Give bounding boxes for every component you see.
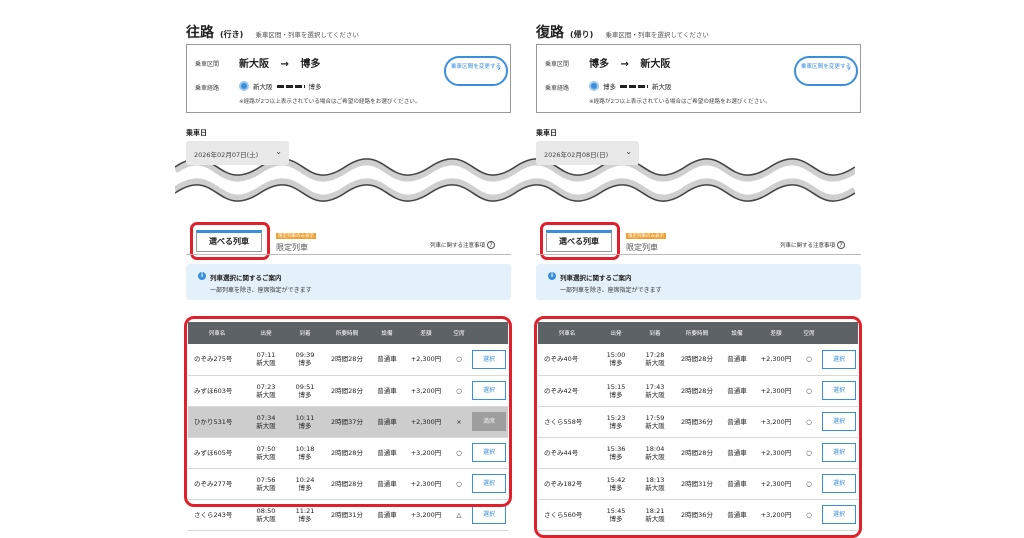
route-summary: 博多 → 新大阪 [589, 55, 670, 70]
panel-instruction: 乗車区間・列車を選択してください [255, 31, 359, 39]
info-box: i 列車選択に関するご案内 一部列車を除き、座席指定ができます [186, 264, 511, 300]
via-to: 新大阪 [652, 83, 672, 91]
change-section-label: 乗車区間を変更する [450, 64, 502, 70]
panel-subtitle: (帰り) [570, 30, 594, 39]
info-title: 列車選択に関するご案内 [560, 274, 632, 282]
route-note: ※経路が2つ以上表示されている場合はご希望の経路をお選びください。 [589, 99, 771, 105]
date-label: 乗車日 [186, 129, 207, 137]
route-line-icon [276, 84, 305, 88]
info-body: 一部列車を除き、座席指定ができます [560, 287, 662, 294]
departure-time: 08:50 [256, 506, 276, 515]
panel-title: 復路 [536, 25, 564, 41]
duration: 2時間31分 [331, 510, 363, 519]
highlight-ring-table [184, 316, 512, 507]
outbound-panel: 往路 (行き) 乗車区間・列車を選択してください 乗車区間 新大阪 → 博多 乗… [180, 0, 512, 538]
panel-title: 往路 [186, 25, 214, 41]
info-icon: i [548, 272, 556, 280]
panel-instruction: 乗車区間・列車を選択してください [605, 31, 709, 39]
route-box: 乗車区間 博多 → 新大阪 乗車経路 博多 新大阪 ※経路が2つ以上表示されてい… [536, 44, 861, 113]
train-table-wrap: 列車名 出発 到着 所要時間 設備 差額 空席 のぞみ40号 15:00 博多 17:28 新大阪 2… [534, 316, 862, 538]
route-arrow: → [280, 59, 289, 70]
date-select[interactable]: 2026年02月08日(日) ⌄ [536, 141, 639, 165]
section-label: 乗車区間 [545, 61, 570, 68]
train-notice-link[interactable]: 列車に関する注意事項? [780, 241, 846, 249]
train-table-wrap: 列車名 出発 到着 所要時間 設備 差額 空席 のぞみ275号 07:11 新大阪 09:39 博多… [184, 316, 512, 531]
limited-badge: 限定列車のみ表示 [626, 233, 666, 239]
section-label: 乗車区間 [195, 61, 220, 68]
route-from: 新大阪 [239, 59, 269, 70]
route-radio[interactable] [239, 81, 249, 91]
route-note: ※経路が2つ以上表示されている場合はご希望の経路をお選びください。 [239, 99, 421, 105]
departure-station: 新大阪 [256, 514, 276, 523]
change-section-label: 乗車区間を変更する [800, 64, 852, 70]
fare-difference: +3,200円 [410, 510, 442, 519]
info-icon: i [198, 272, 206, 280]
route-box: 乗車区間 新大阪 → 博多 乗車経路 新大阪 博多 ※経路が2つ以上表示されてい… [186, 44, 511, 113]
route-summary: 新大阪 → 博多 [239, 55, 320, 70]
panel-header: 往路 (行き) 乗車区間・列車を選択してください [186, 22, 359, 42]
tab-divider [536, 254, 861, 255]
train-notice-label: 列車に関する注意事項 [780, 243, 836, 249]
via-to: 博多 [308, 83, 322, 91]
route-option[interactable]: 新大阪 博多 [239, 81, 322, 91]
return-panel: 復路 (帰り) 乗車区間・列車を選択してください 乗車区間 博多 → 新大阪 乗… [530, 0, 862, 538]
seat-availability: △ [456, 510, 462, 519]
date-label: 乗車日 [536, 129, 557, 137]
date-value: 2026年02月07日(土) [194, 151, 259, 159]
change-section-button[interactable]: 乗車区間を変更する [444, 56, 508, 86]
via-label: 乗車経路 [195, 85, 220, 92]
route-line-icon [620, 84, 648, 88]
tab-divider [186, 254, 511, 255]
via-label: 乗車経路 [545, 85, 570, 92]
date-select[interactable]: 2026年02月07日(土) ⌄ [186, 141, 289, 165]
chevron-down-icon: ⌄ [275, 147, 282, 156]
via-from: 博多 [603, 83, 616, 91]
chevron-down-icon: ⌄ [625, 147, 632, 156]
info-box: i 列車選択に関するご案内 一部列車を除き、座席指定ができます [536, 264, 861, 300]
tab-limited-trains[interactable]: 限定列車 [276, 242, 308, 253]
panel-subtitle: (行き) [220, 30, 244, 39]
route-to: 博多 [300, 59, 321, 70]
info-body: 一部列車を除き、座席指定ができます [210, 287, 312, 294]
info-title: 列車選択に関するご案内 [210, 274, 282, 282]
panel-header: 復路 (帰り) 乗車区間・列車を選択してください [536, 22, 709, 42]
help-icon[interactable]: ? [837, 241, 846, 249]
tab-selectable-trains[interactable]: 選べる列車 [196, 230, 262, 252]
route-from: 博多 [589, 59, 609, 70]
car-type: 普通車 [377, 510, 397, 519]
via-from: 新大阪 [253, 83, 273, 91]
route-option[interactable]: 博多 新大阪 [589, 81, 672, 91]
date-value: 2026年02月08日(日) [544, 151, 609, 159]
help-icon[interactable]: ? [487, 241, 496, 249]
route-to: 新大阪 [640, 59, 671, 70]
limited-badge: 限定列車のみ表示 [276, 233, 316, 239]
arrival-time: 11:21 [295, 506, 315, 515]
tab-limited-trains[interactable]: 限定列車 [626, 242, 658, 253]
route-arrow: → [620, 59, 629, 70]
select-train-button[interactable]: 選択 [472, 505, 506, 524]
route-radio[interactable] [589, 81, 599, 91]
train-notice-label: 列車に関する注意事項 [430, 243, 486, 249]
tab-selectable-trains[interactable]: 選べる列車 [546, 230, 612, 252]
train-notice-link[interactable]: 列車に関する注意事項? [430, 241, 496, 249]
arrival-station: 博多 [298, 514, 312, 523]
train-name: さくら243号 [194, 510, 233, 519]
highlight-ring-table [534, 316, 862, 538]
change-section-button[interactable]: 乗車区間を変更する [794, 56, 858, 86]
